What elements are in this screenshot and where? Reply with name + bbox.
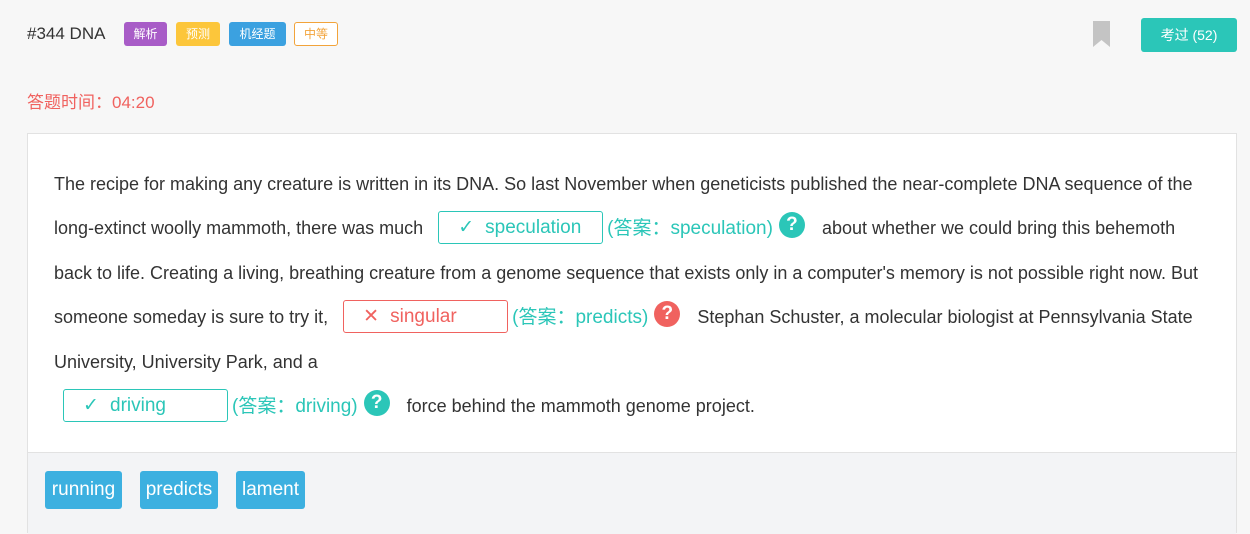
tag-difficulty: 中等: [294, 22, 338, 46]
blank-1[interactable]: ✓ speculation: [438, 210, 604, 244]
blank-3-value: driving: [110, 394, 166, 416]
option-lament[interactable]: lament: [236, 471, 305, 509]
blank-2[interactable]: ✕ singular: [343, 299, 509, 333]
help-icon[interactable]: ?: [654, 301, 681, 328]
blank-1-value: speculation: [485, 216, 582, 238]
answer-label: (答案：speculation): [607, 218, 773, 239]
kaoguo-button[interactable]: 考过 (52): [1141, 18, 1237, 52]
tag-prediction[interactable]: 预测: [176, 22, 220, 46]
tag-analysis[interactable]: 解析: [124, 22, 167, 46]
passage: The recipe for making any creature is wr…: [54, 162, 1204, 429]
check-icon: ✓: [83, 394, 99, 416]
answer-timer: 答题时间：04:20: [27, 93, 155, 112]
help-icon[interactable]: ?: [778, 212, 805, 239]
answer-label: (答案：predicts): [512, 307, 649, 328]
header: #344 DNA 解析 预测 机经题 中等 考过 (52): [0, 0, 1250, 70]
help-icon[interactable]: ?: [363, 390, 390, 417]
blank-3[interactable]: ✓ driving: [63, 388, 228, 422]
option-running[interactable]: running: [45, 471, 122, 509]
question-card: The recipe for making any creature is wr…: [27, 133, 1237, 534]
blank-2-value: singular: [390, 305, 457, 327]
check-icon: ✓: [458, 216, 475, 238]
answer-label: (答案：driving): [232, 396, 358, 417]
question-title: #344 DNA: [27, 24, 106, 43]
options-bar: running predicts lament: [28, 452, 1236, 534]
passage-text: force behind the mammoth genome project.: [406, 396, 755, 416]
option-predicts[interactable]: predicts: [140, 471, 218, 509]
bookmark-icon[interactable]: [1093, 21, 1110, 47]
tag-exam-question[interactable]: 机经题: [229, 22, 286, 46]
cross-icon: ✕: [363, 305, 380, 327]
